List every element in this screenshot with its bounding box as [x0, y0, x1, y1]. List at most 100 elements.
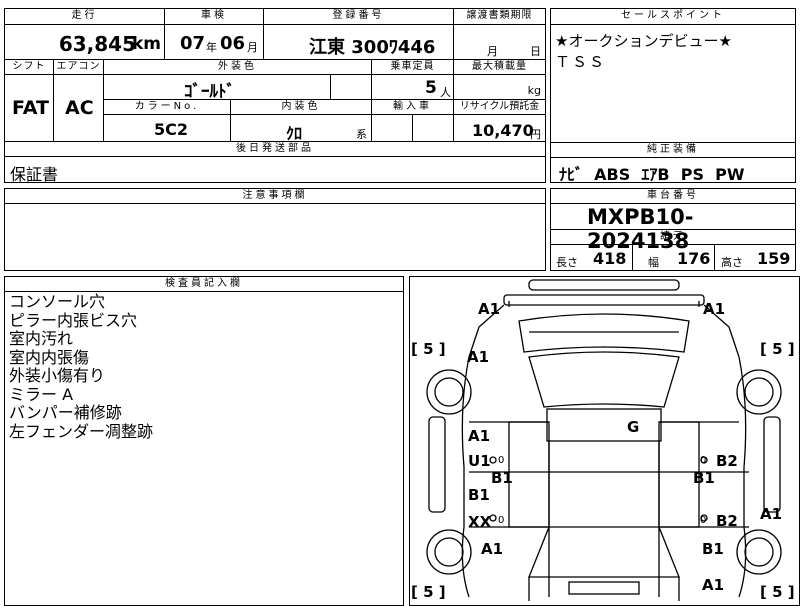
damage-mark: XX — [468, 513, 492, 531]
parts-cell: 保証書 — [4, 156, 546, 184]
mileage-cell: 63,845 km — [4, 24, 165, 60]
damage-mark: G — [627, 418, 640, 436]
tyre-value: 5 — [423, 583, 434, 601]
plate-value: 江東 300ﾜ446 — [309, 37, 436, 58]
import-cell-a — [371, 114, 413, 142]
note-item: 左フェンダー凋整跡 — [9, 421, 154, 441]
note-item: ピラー内張ビス穴 — [9, 310, 138, 330]
spec-height-label: 高さ — [721, 256, 743, 269]
color-no-header: カラーNo. — [103, 99, 231, 115]
spec-width-value: 176 — [677, 249, 711, 268]
tyre-value: 5 — [772, 340, 783, 358]
equipment-cell: ﾅﾋﾞ ABS ｴｱB PS PW — [550, 157, 796, 184]
mileage-header: 走行 — [4, 8, 165, 25]
tyre-value: 5 — [772, 583, 783, 601]
note-item: 外装小傷有り — [9, 366, 106, 385]
shift-value: FAT — [12, 97, 49, 119]
inspection-year: 07 — [180, 33, 206, 54]
small-circle-mark: 0 — [700, 455, 707, 466]
small-circle-mark: 0 — [498, 455, 505, 466]
int-color-suffix: 系 — [356, 128, 367, 141]
note-item: コンソール穴 — [9, 292, 106, 311]
parts-header: 後日発送部品 — [4, 141, 546, 157]
plate-cell: 江東 300ﾜ446 — [263, 24, 454, 60]
transfer-day-unit: 日 — [530, 45, 541, 58]
chassis-cell: MXPB10-2024138 — [550, 203, 796, 253]
sales-point-line-2: ＴＳＳ — [555, 53, 607, 71]
note-item: 室内内張傷 — [9, 347, 90, 367]
capacity-header: 乗車定員 — [371, 59, 454, 75]
spec-height-value: 159 — [757, 249, 791, 268]
max-load-unit: kg — [527, 84, 541, 97]
max-load-header: 最大積載量 — [453, 59, 546, 75]
capacity-value: 5 — [425, 78, 437, 98]
capacity-unit: 人 — [440, 86, 451, 99]
specs-header: 諸元 — [550, 229, 796, 245]
equipment-value: ﾅﾋﾞ ABS ｴｱB PS PW — [559, 165, 745, 184]
shift-cell: FAT — [4, 74, 54, 142]
note-item: ミラー A — [9, 384, 74, 404]
color-no-value: 5C2 — [154, 120, 189, 139]
transfer-header: 譲渡書類期限 — [453, 8, 546, 25]
note-item: バンパー補修跡 — [9, 403, 122, 422]
ext-color-header: 外装色 — [103, 59, 372, 75]
damage-mark: B2 — [716, 452, 738, 470]
transfer-cell: 月 日 — [453, 24, 546, 60]
tyre-tread-rear-left: [ 5 ] — [411, 583, 446, 601]
tyre-tread-front-left: [ 5 ] — [411, 340, 446, 358]
inspection-header: 車検 — [164, 8, 264, 25]
recycle-cell: 10,470 円 — [453, 114, 546, 142]
damage-mark: B2 — [716, 512, 738, 530]
spec-length-cell: 長さ 418 — [550, 244, 633, 271]
chassis-header: 車台番号 — [550, 188, 796, 204]
note-item: 室内汚れ — [9, 329, 74, 348]
damage-mark: A1 — [478, 300, 501, 318]
ac-value: AC — [65, 97, 94, 119]
sales-point-line-1: ★オークションデビュー★ — [555, 32, 732, 50]
equipment-header: 純正装備 — [550, 142, 796, 158]
damage-mark: A1 — [703, 300, 726, 318]
tyre-value: 5 — [423, 340, 434, 358]
import-header: 輸入車 — [371, 99, 454, 115]
inspector-header: 検査員記入欄 — [4, 276, 404, 292]
plate-header: 登録番号 — [263, 8, 454, 25]
ext-color-spare-cell — [330, 74, 372, 100]
parts-value: 保証書 — [10, 165, 59, 184]
tyre-tread-front-right: [ 5 ] — [760, 340, 795, 358]
inspection-month-unit: 月 — [247, 41, 258, 54]
damage-mark: A1 — [760, 505, 783, 523]
transfer-month-unit: 月 — [487, 45, 498, 58]
damage-mark: A1 — [481, 540, 504, 558]
import-cell-b — [412, 114, 454, 142]
small-circle-mark: 0 — [498, 515, 505, 526]
inspector-notes: コンソール穴 ピラー内張ビス穴 室内汚れ 室内内張傷 外装小傷有り ミラー A … — [9, 292, 154, 441]
damage-mark: B1 — [468, 486, 490, 504]
int-color-cell: ｸﾛ 系 — [230, 114, 372, 143]
spec-length-label: 長さ — [556, 256, 578, 269]
inspection-year-unit: 年 — [206, 41, 217, 54]
damage-mark: B1 — [491, 469, 513, 487]
damage-mark: B1 — [693, 469, 715, 487]
mileage-unit: km — [131, 34, 161, 54]
mileage-value: 63,845 — [58, 32, 136, 56]
shift-header: シフト — [4, 59, 54, 75]
sales-point-header: セールスポイント — [550, 8, 796, 25]
tyre-tread-rear-right: [ 5 ] — [760, 583, 795, 601]
recycle-value: 10,470 — [472, 121, 534, 140]
ac-header: エアコン — [53, 59, 104, 75]
capacity-cell: 5 人 — [371, 74, 454, 100]
color-no-cell: 5C2 — [103, 114, 231, 142]
inspection-month: 06 — [220, 33, 246, 54]
int-color-header: 内装色 — [230, 99, 372, 115]
recycle-unit: 円 — [530, 128, 541, 141]
ext-color-cell: ｺﾞｰﾙﾄﾞ — [103, 74, 331, 102]
damage-mark: A1 — [467, 348, 490, 366]
spec-width-cell: 幅 176 — [632, 244, 715, 271]
inspection-cell: 07 年 06 月 — [164, 24, 264, 60]
ac-cell: AC — [53, 74, 104, 142]
spec-length-value: 418 — [593, 249, 627, 268]
recycle-header: リサイクル預託金 — [453, 99, 546, 115]
max-load-cell: kg — [453, 74, 546, 100]
damage-mark: B1 — [702, 540, 724, 558]
damage-mark: A1 — [702, 576, 725, 594]
